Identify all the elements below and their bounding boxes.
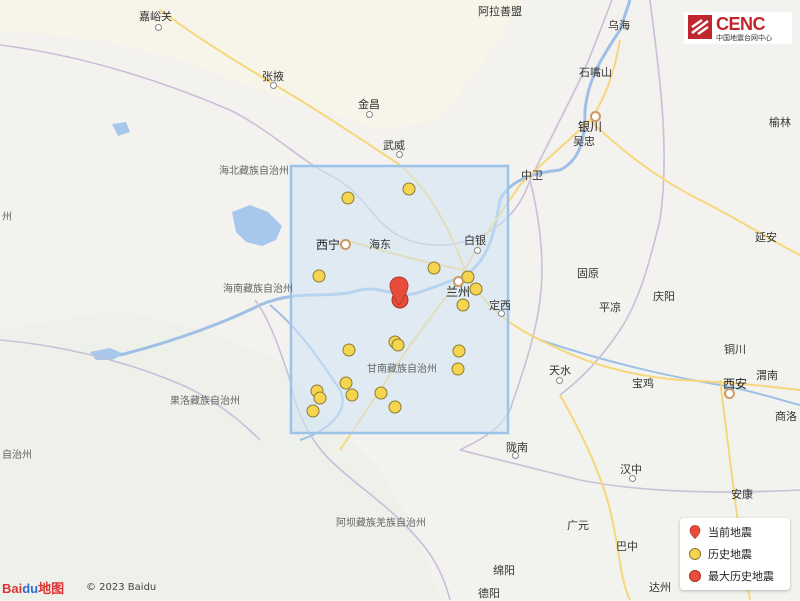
city-label: 平凉 — [599, 301, 621, 314]
city-label: 宝鸡 — [632, 377, 654, 390]
city-label: 庆阳 — [653, 290, 675, 303]
city-marker — [366, 111, 373, 118]
city-label: 西宁 — [316, 238, 341, 252]
history-quake[interactable] — [402, 182, 416, 196]
city-label: 商洛 — [775, 410, 797, 423]
region-label: 阿坝藏族羌族自治州 — [336, 518, 426, 529]
region-label: 甘南藏族自治州 — [367, 364, 437, 375]
history-quake[interactable] — [342, 343, 356, 357]
history-quake[interactable] — [451, 362, 465, 376]
logo-subtitle: 中国地震台网中心 — [716, 34, 772, 42]
city-label: 吴忠 — [573, 135, 595, 148]
cenc-logo: CENC 中国地震台网中心 — [684, 12, 792, 44]
capital-marker — [340, 239, 351, 250]
city-marker — [556, 377, 563, 384]
city-marker — [498, 310, 505, 317]
region-label: 海南藏族自治州 — [223, 284, 293, 295]
city-label: 中卫 — [521, 169, 543, 182]
city-label: 天水 — [549, 364, 571, 377]
legend-item-max: 最大历史地震 — [688, 566, 774, 586]
city-label: 阿拉善盟 — [478, 5, 522, 18]
capital-marker — [724, 388, 735, 399]
legend-item-history: 历史地震 — [688, 544, 752, 564]
baidu-suffix: 地图 — [38, 581, 65, 596]
city-label: 榆林 — [769, 116, 791, 129]
history-quake[interactable] — [374, 386, 388, 400]
city-label: 乌海 — [608, 19, 630, 32]
city-label: 嘉峪关 — [139, 10, 172, 23]
history-quake[interactable] — [306, 404, 320, 418]
city-label: 海东 — [369, 238, 391, 251]
baidu-paw-icon: du — [22, 581, 39, 596]
history-quake[interactable] — [456, 298, 470, 312]
capital-marker — [590, 111, 601, 122]
history-quake[interactable] — [427, 261, 441, 275]
region-label: 州 — [2, 212, 12, 223]
region-label: 自治州 — [2, 450, 32, 461]
city-label: 广元 — [567, 519, 589, 532]
max-history-quake-icon — [689, 570, 701, 582]
city-label: 德阳 — [478, 587, 500, 600]
city-label: 铜川 — [724, 343, 746, 356]
map-legend: 当前地震 历史地震 最大历史地震 — [680, 518, 790, 590]
region-label: 海北藏族自治州 — [219, 166, 289, 177]
cenc-logo-icon — [688, 15, 712, 39]
capital-marker — [453, 276, 464, 287]
copyright-text: © 2023 Baidu — [86, 582, 157, 593]
history-quake[interactable] — [313, 391, 327, 405]
city-marker — [629, 475, 636, 482]
legend-label: 最大历史地震 — [708, 570, 774, 583]
legend-label: 当前地震 — [708, 526, 752, 539]
current-quake-pin[interactable] — [389, 276, 409, 306]
history-quake[interactable] — [452, 344, 466, 358]
city-label: 武威 — [383, 139, 405, 152]
history-quake[interactable] — [391, 338, 405, 352]
baidu-prefix: Bai — [2, 581, 23, 596]
legend-item-current: 当前地震 — [688, 522, 752, 542]
city-label: 固原 — [577, 267, 599, 280]
city-marker — [270, 82, 277, 89]
legend-label: 历史地震 — [708, 548, 752, 561]
city-label: 达州 — [649, 581, 671, 594]
history-quake[interactable] — [388, 400, 402, 414]
region-label: 果洛藏族自治州 — [170, 396, 240, 407]
history-quake-icon — [689, 548, 701, 560]
city-marker — [512, 452, 519, 459]
current-quake-icon — [689, 525, 701, 539]
city-label: 绵阳 — [493, 564, 515, 577]
city-marker — [474, 247, 481, 254]
history-quake[interactable] — [312, 269, 326, 283]
city-label: 金昌 — [358, 98, 380, 111]
city-label: 白银 — [464, 234, 486, 247]
city-label: 巴中 — [616, 540, 638, 553]
city-label: 延安 — [755, 231, 777, 244]
city-marker — [155, 24, 162, 31]
history-quake[interactable] — [345, 388, 359, 402]
history-quake[interactable] — [339, 376, 353, 390]
city-label: 渭南 — [756, 369, 778, 382]
history-quake[interactable] — [469, 282, 483, 296]
city-label: 安康 — [731, 488, 753, 501]
logo-title: CENC — [716, 14, 766, 34]
history-quake[interactable] — [341, 191, 355, 205]
city-label: 石嘴山 — [579, 66, 612, 79]
baidu-logo[interactable]: Baidu地图 — [2, 578, 64, 597]
city-marker — [396, 151, 403, 158]
